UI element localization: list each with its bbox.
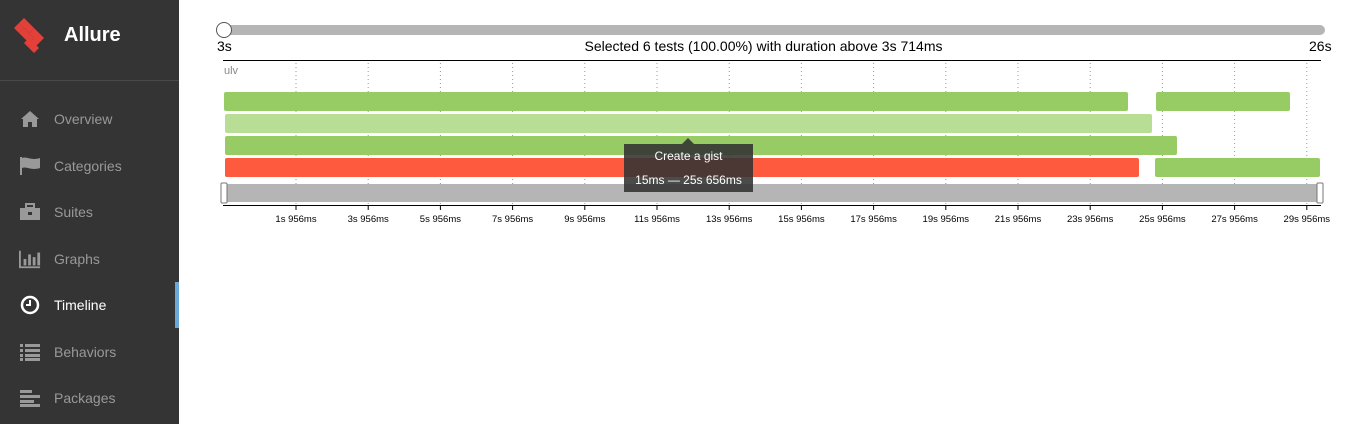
home-icon	[19, 109, 41, 129]
x-tick-label: 19s 956ms	[923, 214, 970, 225]
sidebar-item-behaviors[interactable]: Behaviors	[0, 329, 179, 376]
x-tick-label: 13s 956ms	[706, 214, 753, 225]
sidebar-item-label: Categories	[54, 157, 122, 174]
x-tick-label: 5s 956ms	[420, 214, 461, 225]
timeline-chart: ulv 1s 956ms 3s 956ms 5s 956ms 7s 956ms 9s 9…	[220, 60, 1330, 225]
x-tick-label: 3s 956ms	[348, 214, 389, 225]
test-bar-passed-hovered[interactable]	[225, 114, 1152, 133]
sidebar-item-packages[interactable]: Packages	[0, 375, 179, 422]
x-tick-label: 15s 956ms	[778, 214, 825, 225]
clock-icon	[19, 295, 41, 315]
timeline-brush[interactable]	[220, 182, 1324, 204]
tooltip-test-name: Create a gist	[654, 149, 723, 163]
sidebar-item-overview[interactable]: Overview	[0, 96, 179, 143]
main-content: 3s Selected 6 tests (100.00%) with durat…	[179, 0, 1348, 424]
sidebar-item-label: Behaviors	[54, 343, 117, 360]
brush-area[interactable]	[223, 184, 1321, 202]
list-icon	[19, 342, 41, 362]
align-left-icon	[19, 388, 41, 408]
flag-icon	[19, 156, 41, 176]
sidebar-item-label: Graphs	[54, 250, 100, 267]
sidebar-item-label: Suites	[54, 204, 93, 221]
test-bar-passed[interactable]	[1156, 92, 1290, 111]
brush-handle-left[interactable]	[220, 182, 228, 204]
sidebar-nav: Overview Categories Suites Graphs Timeli…	[0, 96, 179, 422]
sidebar-item-categories[interactable]: Categories	[0, 143, 179, 190]
bar-chart-icon	[19, 249, 41, 269]
test-bar-passed[interactable]	[1155, 158, 1320, 177]
x-tick-label: 17s 956ms	[850, 214, 897, 225]
x-tick-label: 25s 956ms	[1139, 214, 1186, 225]
host-label: ulv	[224, 65, 239, 77]
sidebar-item-label: Packages	[54, 390, 116, 407]
test-bar-passed[interactable]	[224, 92, 1128, 111]
allure-logo-icon	[14, 18, 44, 53]
timeline-bars	[224, 92, 1320, 177]
sidebar-item-suites[interactable]: Suites	[0, 189, 179, 236]
x-tick-label: 21s 956ms	[995, 214, 1042, 225]
briefcase-icon	[19, 202, 41, 222]
grid-lines	[295, 63, 1308, 205]
x-tick-label: 29s 956ms	[1284, 214, 1331, 225]
sidebar-item-graphs[interactable]: Graphs	[0, 236, 179, 283]
x-tick-label: 7s 956ms	[492, 214, 533, 225]
sidebar: Allure Overview Categories Suites Graphs	[0, 0, 179, 424]
brush-handle-right[interactable]	[1316, 182, 1324, 204]
tooltip-duration-range: 15ms — 25s 656ms	[635, 173, 742, 187]
sidebar-item-timeline[interactable]: Timeline	[0, 282, 179, 329]
x-tick-label: 23s 956ms	[1067, 214, 1114, 225]
x-tick-label: 27s 956ms	[1211, 214, 1258, 225]
x-tick-label: 9s 956ms	[564, 214, 605, 225]
test-tooltip: Create a gist 15ms — 25s 656ms	[624, 138, 753, 192]
x-tick-label: 11s 956ms	[634, 214, 680, 225]
x-tick-label: 1s 956ms	[275, 214, 316, 225]
brand[interactable]: Allure	[0, 0, 179, 81]
sidebar-item-label: Timeline	[54, 297, 107, 314]
x-axis-ticks: 1s 956ms 3s 956ms 5s 956ms 7s 956ms 9s 956ms…	[275, 205, 1330, 225]
sidebar-item-label: Overview	[54, 111, 113, 128]
app-name: Allure	[64, 24, 121, 46]
